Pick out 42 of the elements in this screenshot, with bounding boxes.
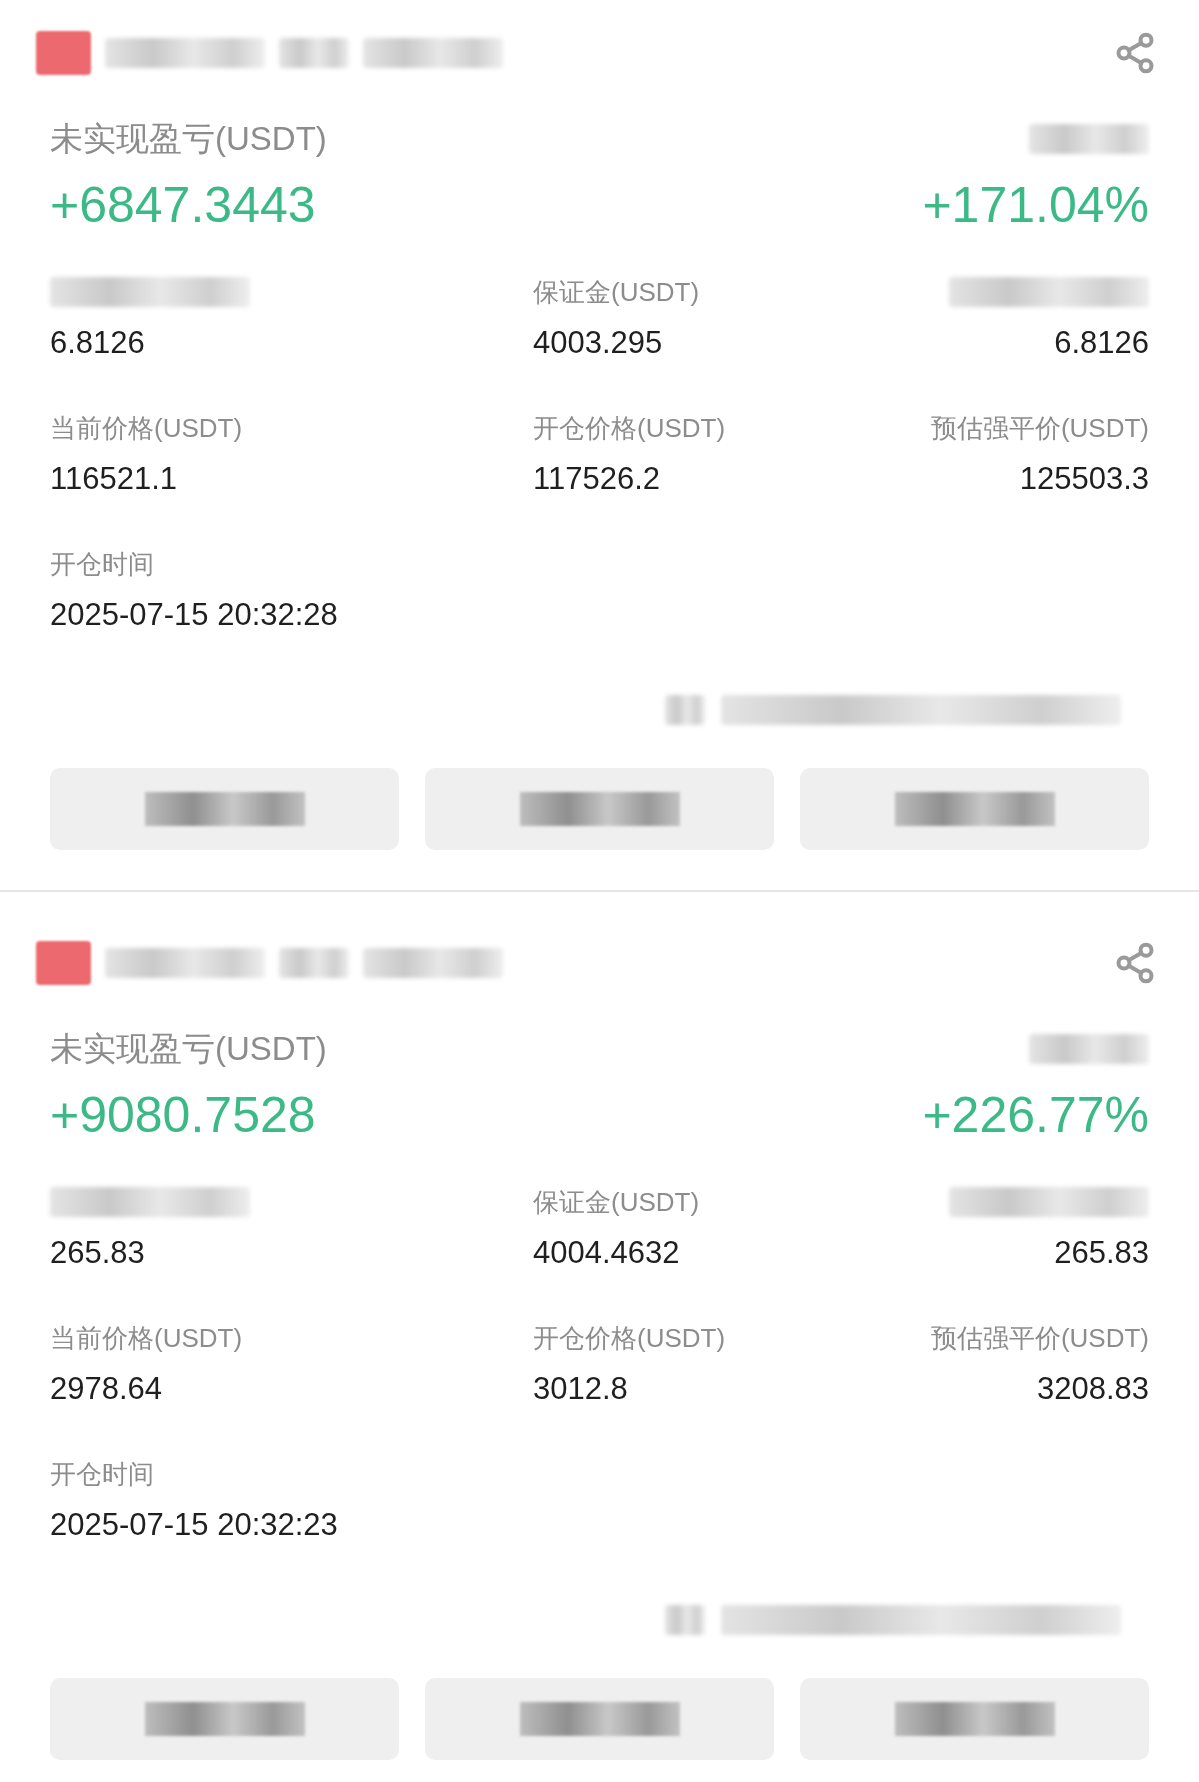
- coin-icon: [36, 31, 91, 75]
- blurred-button[interactable]: [800, 1678, 1149, 1760]
- field-label: 开仓价格(USDT): [533, 411, 726, 445]
- blurred-text: [665, 695, 705, 725]
- field-value: 4004.4632: [533, 1233, 680, 1272]
- roi-value: +171.04%: [922, 175, 1149, 235]
- blurred-text: [279, 38, 349, 68]
- field-label: 开仓时间: [50, 547, 154, 581]
- field-value: 265.83: [1054, 1233, 1149, 1272]
- blurred-button[interactable]: [425, 768, 774, 850]
- coin-icon: [36, 941, 91, 985]
- field-label: 开仓价格(USDT): [533, 1321, 726, 1355]
- blurred-button[interactable]: [425, 1678, 774, 1760]
- field-value: 4003.295: [533, 323, 663, 362]
- field-value: 265.83: [50, 1233, 145, 1272]
- roi-value: +226.77%: [922, 1085, 1149, 1145]
- field-label: 保证金(USDT): [533, 275, 700, 309]
- field-label: 预估强平价(USDT): [930, 411, 1149, 445]
- field-label: 当前价格(USDT): [50, 411, 243, 445]
- field-value: 117526.2: [533, 459, 660, 498]
- field-value: 6.8126: [1054, 323, 1149, 362]
- pnl-value: +9080.7528: [50, 1085, 316, 1145]
- blurred-text: [279, 948, 349, 978]
- field-label: 当前价格(USDT): [50, 1321, 243, 1355]
- pnl-value: +6847.3443: [50, 175, 316, 235]
- blurred-button[interactable]: [50, 1678, 399, 1760]
- field-value: 125503.3: [1019, 459, 1149, 498]
- field-value: 2978.64: [50, 1369, 163, 1408]
- pnl-label: 未实现盈亏(USDT): [50, 1029, 327, 1070]
- field-value: 2025-07-15 20:32:28: [50, 595, 338, 634]
- blurred-text: [665, 1605, 705, 1635]
- field-label: 保证金(USDT): [533, 1185, 700, 1219]
- field-label: 开仓时间: [50, 1457, 154, 1491]
- blurred-button[interactable]: [50, 768, 399, 850]
- field-value: 3012.8: [533, 1369, 628, 1408]
- field-value: 6.8126: [50, 323, 145, 362]
- field-value: 116521.1: [50, 459, 177, 498]
- field-value: 2025-07-15 20:32:23: [50, 1505, 338, 1544]
- field-label: 预估强平价(USDT): [930, 1321, 1149, 1355]
- pnl-label: 未实现盈亏(USDT): [50, 119, 327, 160]
- field-value: 3208.83: [1036, 1369, 1149, 1408]
- blurred-button[interactable]: [800, 768, 1149, 850]
